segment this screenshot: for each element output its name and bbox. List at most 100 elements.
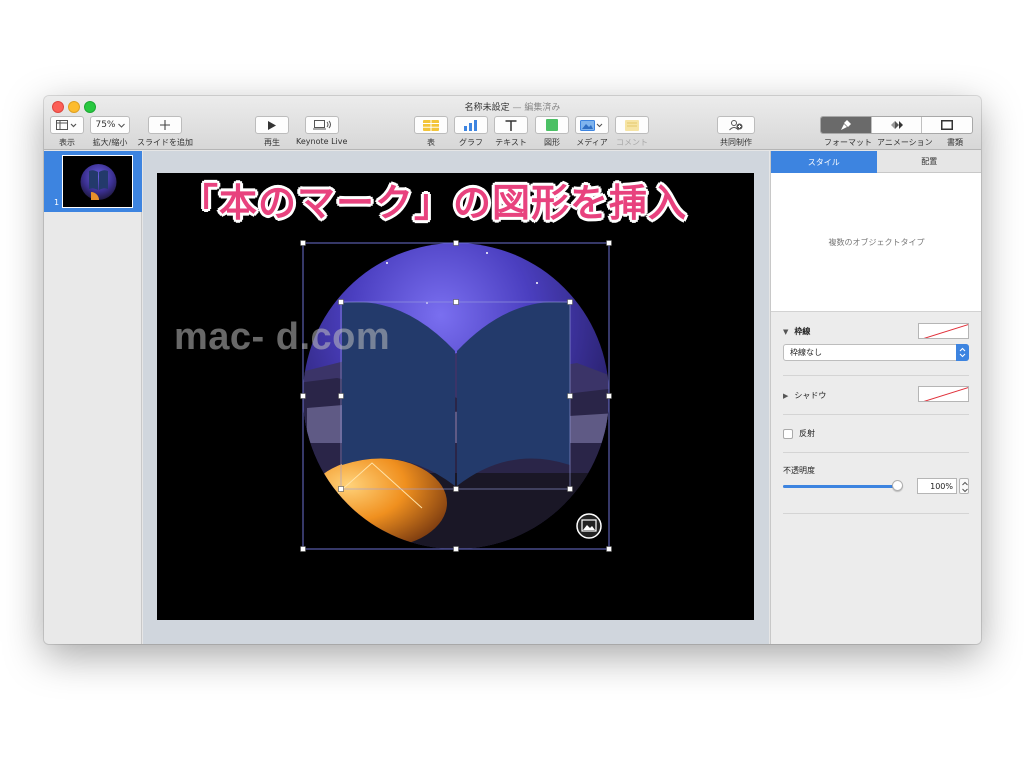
shape-tool[interactable]: 図形 xyxy=(535,116,569,148)
document-button[interactable] xyxy=(922,117,972,133)
text-label: テキスト xyxy=(495,138,527,147)
disclosure-down-icon: ▼ xyxy=(783,327,789,336)
opacity-slider-fill xyxy=(783,485,898,488)
play-tool[interactable]: 再生 xyxy=(255,116,289,148)
play-label: 再生 xyxy=(264,138,280,147)
text-icon xyxy=(505,119,517,131)
view-tool[interactable]: 表示 xyxy=(50,116,84,148)
zoom-chevron-icon xyxy=(117,123,125,128)
zoom-popup[interactable]: 75% xyxy=(90,116,130,134)
opacity-slider-knob[interactable] xyxy=(892,480,903,491)
inspector-segmented-control[interactable] xyxy=(820,116,973,134)
add-slide-label: スライドを追加 xyxy=(137,138,193,147)
reflection-row[interactable]: 反射 xyxy=(783,428,815,439)
animate-button[interactable] xyxy=(872,117,923,133)
border-style-value: 枠線なし xyxy=(790,348,822,357)
border-disclosure[interactable]: ▼ 枠線 xyxy=(783,326,810,337)
collaborate-label: 共同制作 xyxy=(720,138,752,147)
watermark: mac- d.com xyxy=(174,316,391,358)
format-button[interactable] xyxy=(821,117,872,133)
opacity-slider[interactable] xyxy=(783,480,903,491)
text-button[interactable] xyxy=(494,116,528,134)
chart-button[interactable] xyxy=(454,116,488,134)
slide-navigator: 1 xyxy=(44,151,142,644)
table-icon xyxy=(423,119,439,131)
opacity-row: 不透明度 xyxy=(783,465,815,476)
border-style-popup[interactable]: 枠線なし xyxy=(783,344,969,361)
format-label: フォーマット xyxy=(824,138,872,147)
selection-handles[interactable] xyxy=(157,173,754,620)
image-placeholder-icon xyxy=(576,513,602,539)
media-label: メディア xyxy=(576,138,608,147)
slide[interactable]: mac- d.com xyxy=(157,173,754,620)
popup-arrows-icon xyxy=(956,344,969,361)
border-color-well[interactable] xyxy=(918,323,969,339)
zoom-tool[interactable]: 75% 拡大/縮小 xyxy=(90,116,130,148)
table-button[interactable] xyxy=(414,116,448,134)
divider xyxy=(783,414,969,415)
title-toolbar: 名称未設定 — 編集済み 表示 75% 拡大/縮小 スライドを追加 再生 Key… xyxy=(44,96,981,150)
shape-button[interactable] xyxy=(535,116,569,134)
table-label: 表 xyxy=(427,138,435,147)
collaborate-tool[interactable]: 共同制作 xyxy=(717,116,755,148)
slide-thumbnail-selected[interactable]: 1 xyxy=(44,151,142,212)
divider xyxy=(783,452,969,453)
chart-icon xyxy=(464,119,477,131)
add-slide-button[interactable] xyxy=(148,116,182,134)
disclosure-right-icon: ▶ xyxy=(783,391,789,400)
shadow-label: シャドウ xyxy=(794,391,827,400)
tab-style[interactable]: スタイル xyxy=(771,151,877,173)
divider xyxy=(783,375,969,376)
animate-icon xyxy=(890,121,903,129)
view-button[interactable] xyxy=(50,116,84,134)
media-tool[interactable]: メディア xyxy=(575,116,609,148)
annotation-caption: 「本のマーク」の図形を挿入 xyxy=(180,181,688,225)
keynote-live-tool[interactable]: Keynote Live xyxy=(296,116,347,146)
comment-label: コメント xyxy=(616,138,648,147)
keynote-live-button[interactable] xyxy=(304,116,339,134)
edit-status: 編集済み xyxy=(524,103,561,113)
document-label: 書類 xyxy=(947,138,963,147)
comment-tool: コメント xyxy=(615,116,649,148)
opacity-value: 100% xyxy=(930,481,953,491)
inspector-tabs: スタイル 配置 xyxy=(771,151,981,173)
zoom-label: 拡大/縮小 xyxy=(92,138,128,147)
thumbnail-preview xyxy=(80,164,117,200)
animate-label: アニメーション xyxy=(877,138,933,147)
play-button[interactable] xyxy=(255,116,289,134)
reflection-checkbox[interactable] xyxy=(783,428,793,439)
title-separator: — xyxy=(512,103,522,113)
zoom-value: 75% xyxy=(95,120,116,130)
chart-tool[interactable]: グラフ xyxy=(454,116,488,148)
shadow-color-well[interactable] xyxy=(918,386,969,402)
chart-label: グラフ xyxy=(459,138,483,147)
tab-arrange[interactable]: 配置 xyxy=(876,151,981,173)
border-label: 枠線 xyxy=(794,327,811,336)
comment-icon xyxy=(625,119,639,131)
slide-thumbnail[interactable] xyxy=(62,155,133,208)
window-title: 名称未設定 — 編集済み xyxy=(44,100,981,113)
stepper-arrows-icon xyxy=(962,481,968,493)
comment-button xyxy=(615,116,649,134)
media-button[interactable] xyxy=(575,116,609,134)
add-slide-tool[interactable]: スライドを追加 xyxy=(137,116,193,148)
shape-label: 図形 xyxy=(544,138,560,147)
table-tool[interactable]: 表 xyxy=(414,116,448,148)
shape-icon xyxy=(546,119,558,131)
divider xyxy=(783,513,969,514)
opacity-stepper[interactable] xyxy=(959,478,969,494)
shadow-disclosure[interactable]: ▶ シャドウ xyxy=(783,390,826,401)
keynote-live-icon xyxy=(312,120,331,130)
collaborate-icon xyxy=(729,120,743,131)
collaborate-button[interactable] xyxy=(717,116,755,134)
object-type-label: 複数のオブジェクトタイプ xyxy=(828,237,925,247)
opacity-field[interactable]: 100% xyxy=(917,478,957,494)
format-brush-icon xyxy=(840,120,851,130)
text-tool[interactable]: テキスト xyxy=(494,116,528,148)
view-icon xyxy=(56,120,77,130)
keynote-live-label: Keynote Live xyxy=(296,137,348,146)
document-icon xyxy=(941,120,954,130)
media-icon xyxy=(580,119,603,131)
play-icon xyxy=(268,120,276,130)
view-label: 表示 xyxy=(59,138,75,147)
